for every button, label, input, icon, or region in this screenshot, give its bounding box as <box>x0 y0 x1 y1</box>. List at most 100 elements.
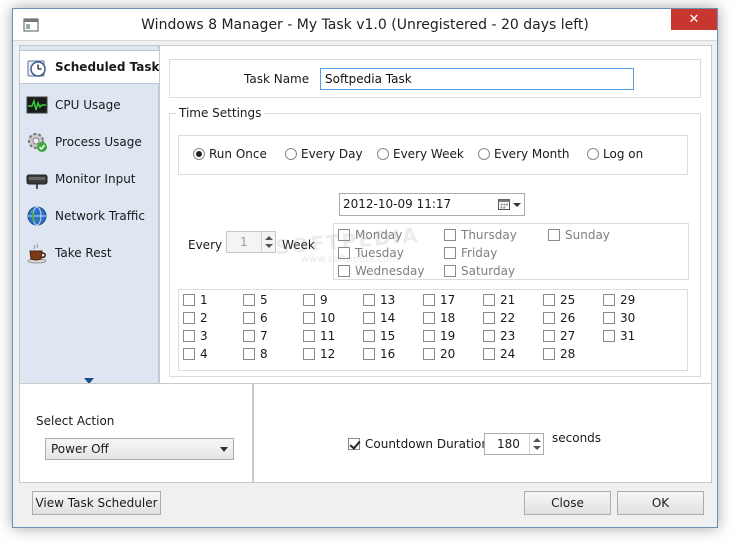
checkbox-day-15[interactable]: 15 <box>363 329 395 343</box>
stepper-buttons[interactable] <box>529 434 543 454</box>
checkbox-day-29[interactable]: 29 <box>603 293 635 307</box>
checkbox-unchecked-icon <box>423 294 435 306</box>
action-select[interactable]: Power Off <box>45 438 234 460</box>
checkbox-day-17[interactable]: 17 <box>423 293 455 307</box>
sidebar-item-scheduled-task[interactable]: Scheduled Task <box>20 50 160 84</box>
sidebar-item-cpu-usage[interactable]: CPU Usage <box>20 88 159 122</box>
checkbox-day-22[interactable]: 22 <box>483 311 515 325</box>
radio-unchecked-icon <box>377 148 389 160</box>
sidebar-item-take-rest[interactable]: Take Rest <box>20 236 159 270</box>
checkbox-day-9[interactable]: 9 <box>303 293 328 307</box>
checkbox-day-14[interactable]: 14 <box>363 311 395 325</box>
sidebar-item-process-usage[interactable]: Process Usage <box>20 125 159 159</box>
checkbox-day-18[interactable]: 18 <box>423 311 455 325</box>
checkbox-unchecked-icon <box>303 312 315 324</box>
cpu-usage-icon <box>26 96 48 114</box>
datetime-picker[interactable]: 2012-10-09 11:17 <box>339 193 525 216</box>
checkbox-day-19[interactable]: 19 <box>423 329 455 343</box>
radio-run-once[interactable]: Run Once <box>193 147 267 161</box>
checkbox-day-27[interactable]: 27 <box>543 329 575 343</box>
checkbox-day-24[interactable]: 24 <box>483 347 515 361</box>
checkbox-unchecked-icon <box>183 348 195 360</box>
radio-log-on[interactable]: Log on <box>587 147 643 161</box>
checkbox-day-4[interactable]: 4 <box>183 347 208 361</box>
checkbox-day-26[interactable]: 26 <box>543 311 575 325</box>
app-window: Windows 8 Manager - My Task v1.0 (Unregi… <box>12 8 718 528</box>
checkbox-unchecked-icon <box>183 294 195 306</box>
spin-up-icon[interactable] <box>533 438 541 442</box>
checkbox-label: 30 <box>620 311 636 325</box>
radio-every-month[interactable]: Every Month <box>478 147 570 161</box>
checkbox-friday[interactable]: Friday <box>444 246 497 260</box>
checkbox-label: 6 <box>260 311 268 325</box>
checkbox-unchecked-icon <box>243 312 255 324</box>
checkbox-unchecked-icon <box>303 330 315 342</box>
checkbox-day-21[interactable]: 21 <box>483 293 515 307</box>
every-label: Every <box>188 238 223 252</box>
checkbox-day-5[interactable]: 5 <box>243 293 268 307</box>
every-interval-stepper[interactable]: 1 <box>226 231 276 253</box>
checkbox-day-3[interactable]: 3 <box>183 329 208 343</box>
checkbox-day-6[interactable]: 6 <box>243 311 268 325</box>
checkbox-label: 19 <box>440 329 456 343</box>
ok-button[interactable]: OK <box>617 491 704 515</box>
radio-unchecked-icon <box>285 148 297 160</box>
stepper-buttons[interactable] <box>261 232 275 252</box>
checkbox-unchecked-icon <box>543 348 555 360</box>
checkbox-unchecked-icon <box>363 312 375 324</box>
checkbox-label: 27 <box>560 329 576 343</box>
checkbox-day-31[interactable]: 31 <box>603 329 635 343</box>
chevron-down-icon[interactable] <box>513 203 521 207</box>
checkbox-unchecked-icon <box>548 229 560 241</box>
window-close-button[interactable]: ✕ <box>671 9 717 30</box>
checkbox-day-23[interactable]: 23 <box>483 329 515 343</box>
checkbox-day-13[interactable]: 13 <box>363 293 395 307</box>
radio-every-day[interactable]: Every Day <box>285 147 363 161</box>
sidebar-item-network-traffic[interactable]: Network Traffic <box>20 199 159 233</box>
checkbox-unchecked-icon <box>363 348 375 360</box>
checkbox-unchecked-icon <box>603 312 615 324</box>
spin-up-icon[interactable] <box>265 236 273 240</box>
checkbox-label: Thursday <box>461 228 517 242</box>
view-task-scheduler-button[interactable]: View Task Scheduler <box>32 491 161 515</box>
checkbox-day-1[interactable]: 1 <box>183 293 208 307</box>
checkbox-day-10[interactable]: 10 <box>303 311 335 325</box>
checkbox-label: 23 <box>500 329 516 343</box>
checkbox-label: 1 <box>200 293 208 307</box>
time-settings-group: Time Settings Run Once Every Day Every W… <box>169 106 701 377</box>
checkbox-wednesday[interactable]: Wednesday <box>338 264 424 278</box>
task-name-input[interactable] <box>320 68 634 90</box>
checkbox-day-30[interactable]: 30 <box>603 311 635 325</box>
checkbox-unchecked-icon <box>423 330 435 342</box>
checkbox-unchecked-icon <box>363 330 375 342</box>
action-select-value: Power Off <box>51 442 109 456</box>
checkbox-thursday[interactable]: Thursday <box>444 228 517 242</box>
checkbox-sunday[interactable]: Sunday <box>548 228 610 242</box>
checkbox-day-28[interactable]: 28 <box>543 347 575 361</box>
checkbox-unchecked-icon <box>338 265 350 277</box>
checkbox-day-8[interactable]: 8 <box>243 347 268 361</box>
checkbox-day-7[interactable]: 7 <box>243 329 268 343</box>
checkbox-label: 4 <box>200 347 208 361</box>
spin-down-icon[interactable] <box>533 446 541 450</box>
checkbox-day-20[interactable]: 20 <box>423 347 455 361</box>
checkbox-day-25[interactable]: 25 <box>543 293 575 307</box>
sidebar-item-monitor-input[interactable]: Monitor Input <box>20 162 159 196</box>
calendar-icon[interactable] <box>498 198 510 210</box>
close-button[interactable]: Close <box>524 491 611 515</box>
checkbox-day-11[interactable]: 11 <box>303 329 335 343</box>
radio-every-week[interactable]: Every Week <box>377 147 464 161</box>
spin-down-icon[interactable] <box>265 244 273 248</box>
schedule-type-radio-group: Run Once Every Day Every Week Every Mont… <box>178 135 688 175</box>
chevron-down-icon[interactable] <box>220 447 228 452</box>
countdown-checkbox[interactable]: Countdown Duration <box>348 437 489 451</box>
checkbox-label: 3 <box>200 329 208 343</box>
select-action-label: Select Action <box>36 414 115 428</box>
checkbox-day-12[interactable]: 12 <box>303 347 335 361</box>
checkbox-saturday[interactable]: Saturday <box>444 264 515 278</box>
checkbox-day-16[interactable]: 16 <box>363 347 395 361</box>
countdown-label: Countdown Duration <box>365 437 489 451</box>
countdown-duration-stepper[interactable]: 180 <box>484 433 544 455</box>
checkbox-day-2[interactable]: 2 <box>183 311 208 325</box>
checkbox-label: 16 <box>380 347 396 361</box>
